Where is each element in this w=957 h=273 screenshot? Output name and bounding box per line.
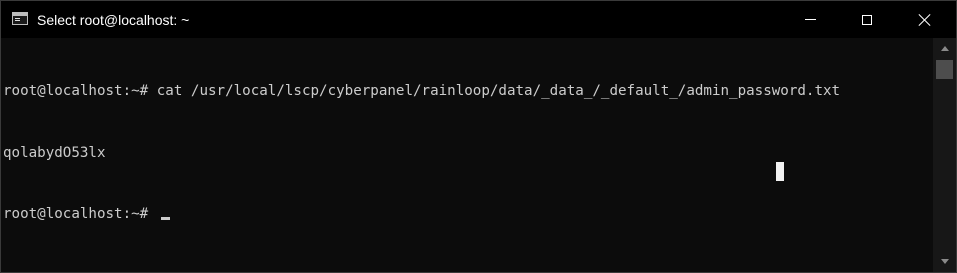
scroll-down-button[interactable]: [933, 253, 956, 270]
terminal-output[interactable]: root@localhost:~# cat /usr/local/lscp/cy…: [1, 38, 933, 272]
minimize-icon: [804, 19, 816, 20]
terminal-line-output: qolabydO53lx: [3, 144, 106, 161]
scrollbar-thumb[interactable]: [936, 60, 953, 79]
title-bar[interactable]: Select root@localhost: ~: [1, 1, 956, 38]
close-button[interactable]: [902, 1, 948, 38]
terminal-line-command: root@localhost:~# cat /usr/local/lscp/cy…: [3, 83, 841, 99]
maximize-icon: [862, 14, 872, 25]
vertical-scrollbar[interactable]: [933, 38, 956, 272]
scroll-down-arrow-icon: [940, 259, 949, 264]
maximize-button[interactable]: [844, 1, 890, 38]
scroll-up-arrow-icon: [940, 46, 949, 51]
console-icon[interactable]: [12, 12, 28, 25]
mouse-text-cursor: [776, 162, 784, 181]
text-cursor: [160, 217, 170, 220]
terminal-line-prompt: root@localhost:~#: [3, 204, 933, 225]
terminal-window: Select root@localhost: ~ root@localhost:…: [0, 0, 957, 273]
scroll-up-button[interactable]: [933, 40, 956, 57]
minimize-button[interactable]: [787, 1, 833, 38]
prompt-text: root@localhost:~#: [3, 206, 157, 222]
window-title: Select root@localhost: ~: [37, 12, 190, 28]
close-icon: [918, 13, 932, 27]
